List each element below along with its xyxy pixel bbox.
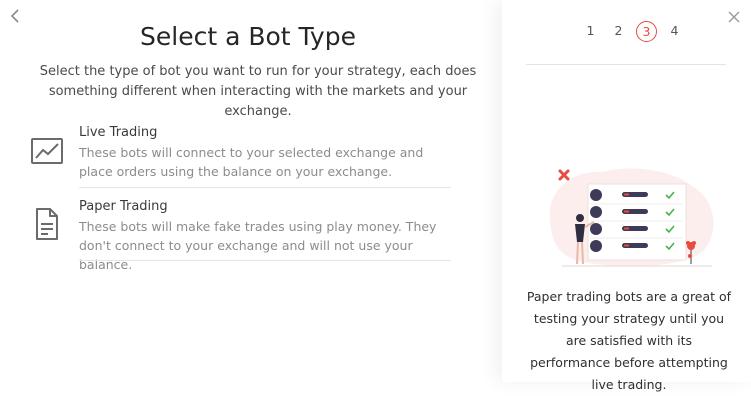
option-paper-trading[interactable]: Paper Trading These bots will make fake … (24, 198, 451, 272)
side-divider (526, 64, 726, 65)
close-icon (728, 11, 740, 23)
document-icon (30, 206, 64, 240)
step-4[interactable]: 4 (664, 21, 685, 42)
step-1[interactable]: 1 (580, 21, 601, 42)
close-button[interactable] (727, 9, 741, 23)
line-chart-icon (30, 136, 64, 170)
option-live-trading-description: These bots will connect to your selected… (79, 145, 424, 179)
side-panel: 1 2 3 4 Paper trading bots are a great o… (502, 0, 751, 392)
step-2[interactable]: 2 (608, 21, 629, 42)
option-paper-trading-description: These bots will make fake trades using p… (79, 219, 437, 272)
option-paper-trading-label: Paper Trading (79, 199, 168, 214)
option-divider (79, 260, 451, 261)
page-subtitle: Select the type of bot you want to run f… (39, 64, 477, 119)
step-indicator: 1 2 3 4 (580, 20, 692, 42)
option-live-trading-label: Live Trading (79, 125, 158, 140)
step-3-active[interactable]: 3 (636, 20, 657, 42)
checklist-illustration (542, 160, 722, 272)
page-title: Select a Bot Type (140, 22, 356, 51)
option-divider (79, 187, 451, 188)
side-help-text: Paper trading bots are a great of testin… (526, 289, 732, 392)
option-live-trading[interactable]: Live Trading These bots will connect to … (24, 124, 451, 188)
